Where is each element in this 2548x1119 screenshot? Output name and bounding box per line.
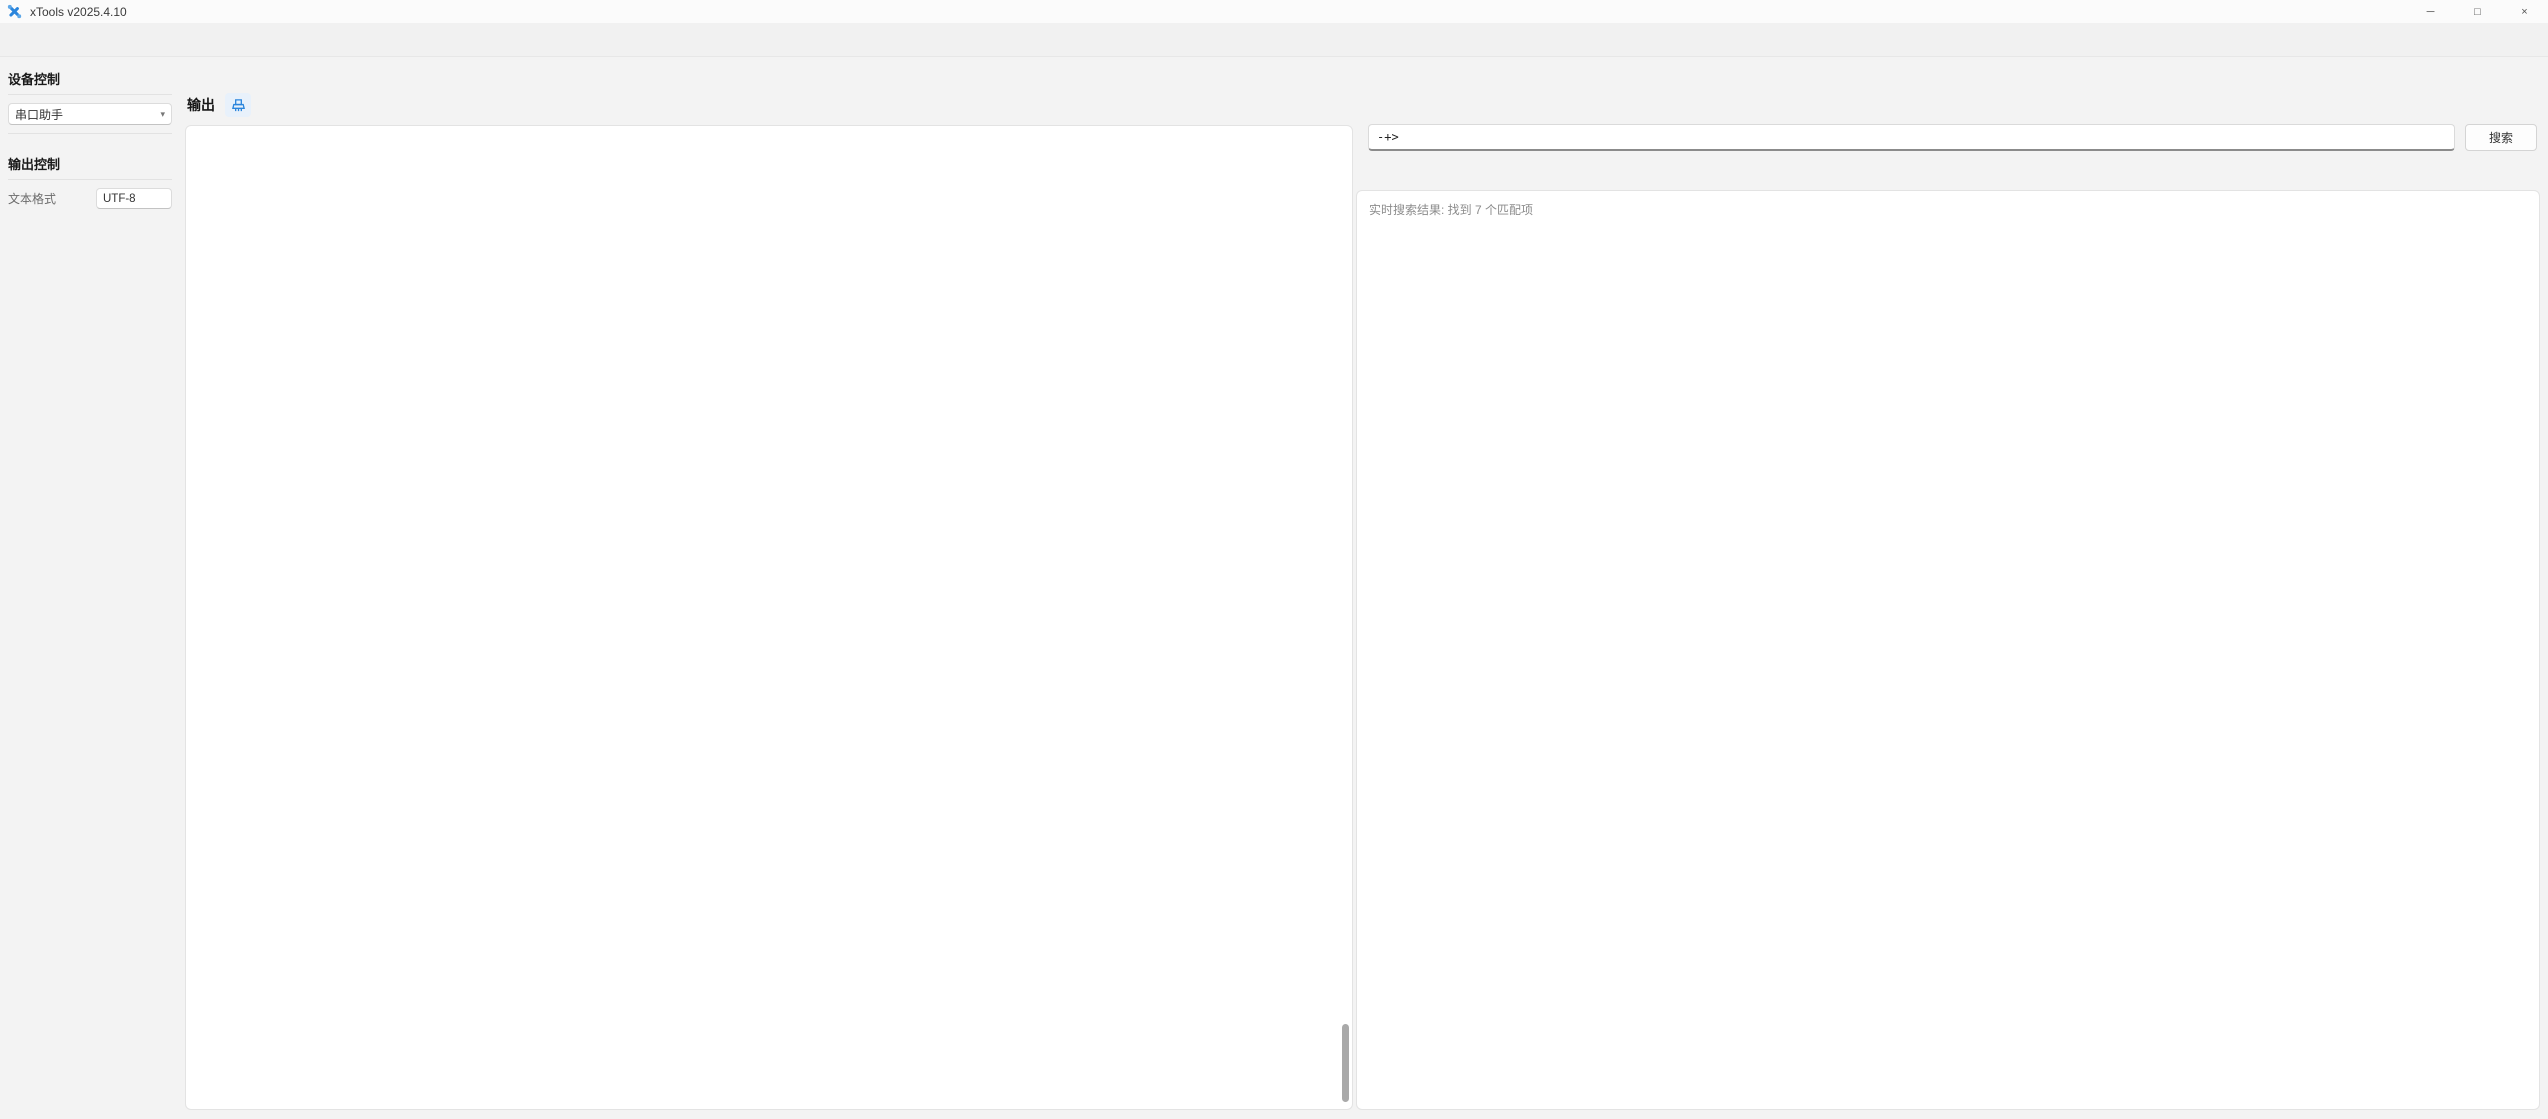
maximize-button[interactable]: □ <box>2454 0 2501 23</box>
text-format-select[interactable]: UTF-8 <box>96 188 172 209</box>
device-control-header: 设备控制 <box>8 69 172 88</box>
log-output-area[interactable] <box>185 125 1353 1110</box>
output-control-header: 输出控制 <box>8 154 172 173</box>
clear-output-button[interactable] <box>225 93 251 117</box>
window-controls: ─□× <box>2407 0 2548 23</box>
log-scrollbar-thumb[interactable] <box>1342 1024 1349 1102</box>
menu-bar <box>0 23 2548 57</box>
clear-output-icon <box>231 98 246 113</box>
minimize-button[interactable]: ─ <box>2407 0 2454 23</box>
titlebar: xTools v2025.4.10 ─□× <box>0 0 2548 23</box>
divider <box>8 133 172 134</box>
text-format-label: 文本格式 <box>8 190 96 207</box>
search-summary: 实时搜索结果: 找到 7 个匹配项 <box>1369 201 2527 218</box>
chevron-down-icon: ▾ <box>160 109 165 120</box>
sidebar: 设备控制 串口助手 ▾ 输出控制 文本格式 UTF-8 <box>0 57 180 1119</box>
output-header: 输出 <box>187 93 251 117</box>
window-title: xTools v2025.4.10 <box>30 5 127 19</box>
search-input[interactable] <box>1368 124 2455 151</box>
app-logo-icon <box>7 4 22 19</box>
divider <box>8 179 172 180</box>
tool-type-value: 串口助手 <box>15 106 63 123</box>
divider <box>8 94 172 95</box>
tool-type-select[interactable]: 串口助手 ▾ <box>8 103 172 125</box>
text-format-row: 文本格式 UTF-8 <box>8 188 172 209</box>
search-results-panel[interactable]: 实时搜索结果: 找到 7 个匹配项 <box>1356 190 2540 1110</box>
output-title: 输出 <box>187 95 215 115</box>
search-button[interactable]: 搜索 <box>2465 124 2537 151</box>
close-button[interactable]: × <box>2501 0 2548 23</box>
